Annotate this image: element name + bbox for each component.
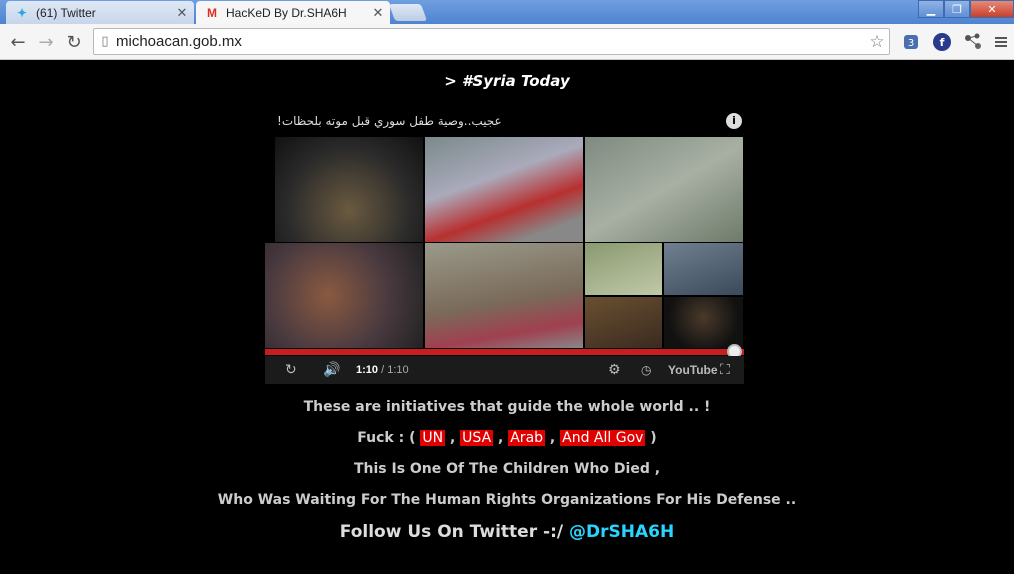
bookmark-star-icon[interactable]: ☆: [865, 32, 889, 52]
time-display: 1:10 / 1:10: [356, 364, 409, 376]
player-controls: ↻ 🔊 1:10 / 1:10 ⚙ ◷ YouTube ⛶: [265, 356, 744, 384]
back-icon[interactable]: ←: [6, 30, 30, 54]
page-title: > #Syria Today: [444, 72, 570, 90]
wrench-menu-icon[interactable]: [989, 30, 1013, 54]
gmail-icon: M: [207, 5, 217, 20]
video-thumbnail: [585, 297, 662, 348]
svg-text:3: 3: [908, 38, 914, 49]
close-tab-icon[interactable]: ✕: [174, 5, 190, 21]
message-line-2: Fuck : ( UN , USA , Arab , And All Gov ): [0, 430, 1014, 446]
replay-icon[interactable]: ↻: [285, 361, 297, 379]
video-title[interactable]: !عجيب..وصية طفل سوري قبل موته بلحظات: [277, 114, 502, 128]
tab-title: (61) Twitter: [36, 5, 96, 20]
video-thumbnail: [664, 243, 743, 295]
forward-icon[interactable]: →: [34, 30, 58, 54]
settings-gear-icon[interactable]: ⚙: [608, 361, 621, 379]
twitter-icon: ✦: [16, 5, 28, 20]
message-line-1: These are initiatives that guide the who…: [303, 399, 711, 415]
message-line-4: Who Was Waiting For The Human Rights Org…: [217, 492, 797, 508]
tab-twitter[interactable]: ✦ (61) Twitter ✕: [6, 1, 194, 24]
youtube-logo[interactable]: YouTube: [668, 361, 718, 379]
close-window-icon[interactable]: ✕: [970, 0, 1014, 18]
page-icon: ▯: [101, 34, 109, 49]
address-bar[interactable]: ▯ michoacan.gob.mx ☆: [93, 28, 890, 55]
video-thumbnail: [425, 137, 583, 242]
tag-un: UN: [420, 430, 446, 446]
video-thumbnail: [425, 243, 583, 348]
follow-line: Follow Us On Twitter -:/ @DrSHA6H: [0, 522, 1014, 542]
url-text[interactable]: michoacan.gob.mx: [116, 33, 865, 50]
twitter-handle-link[interactable]: @DrSHA6H: [569, 522, 674, 542]
progress-bar[interactable]: [265, 349, 744, 355]
restore-icon[interactable]: ❐: [944, 0, 970, 18]
browser-tabstrip: ✦ (61) Twitter ✕ M HacKeD By Dr.SHA6H ✕ …: [0, 0, 1014, 24]
close-tab-icon[interactable]: ✕: [370, 5, 386, 21]
time-current: 1:10: [356, 364, 379, 376]
separator: ,: [449, 430, 456, 446]
new-tab-button[interactable]: [388, 4, 428, 21]
extension-f-icon[interactable]: f: [930, 30, 954, 54]
extension-share-icon[interactable]: [961, 30, 985, 54]
video-thumbnail: [664, 297, 743, 348]
separator: ,: [498, 430, 504, 446]
time-total: / 1:10: [381, 364, 409, 376]
video-thumbnail: [275, 137, 423, 242]
video-thumbnail: [265, 243, 423, 348]
tag-usa: USA: [460, 430, 494, 446]
extension-icon[interactable]: 3: [899, 30, 923, 54]
follow-prefix: Follow Us On Twitter -:/: [339, 522, 564, 542]
separator: ,: [549, 430, 556, 446]
svg-text:f: f: [940, 36, 945, 49]
volume-icon[interactable]: 🔊: [323, 361, 340, 379]
tag-arab: Arab: [508, 430, 546, 446]
fuck-prefix: Fuck : (: [357, 430, 416, 446]
info-icon[interactable]: i: [726, 113, 742, 129]
fullscreen-icon[interactable]: ⛶: [720, 361, 730, 379]
close-paren: ): [650, 430, 657, 446]
page-content: > #Syria Today !عجيب..وصية طفل سوري قبل …: [0, 61, 1014, 574]
tag-all-gov: And All Gov: [560, 430, 646, 446]
window-controls: ▁ ❐ ✕: [918, 0, 1014, 18]
minimize-icon[interactable]: ▁: [918, 0, 944, 18]
reload-icon[interactable]: ↻: [62, 30, 86, 54]
watch-later-icon[interactable]: ◷: [641, 361, 651, 379]
video-thumbnail: [585, 243, 662, 295]
video-thumbnail: [585, 137, 743, 242]
message-line-3: This Is One Of The Children Who Died ,: [353, 461, 661, 477]
video-player[interactable]: !عجيب..وصية طفل سوري قبل موته بلحظات i ↻…: [265, 110, 744, 384]
tab-title: HacKeD By Dr.SHA6H: [226, 5, 347, 20]
tab-hacked[interactable]: M HacKeD By Dr.SHA6H ✕: [196, 1, 390, 24]
browser-toolbar: ← → ↻ ▯ michoacan.gob.mx ☆ 3 f: [0, 24, 1014, 60]
